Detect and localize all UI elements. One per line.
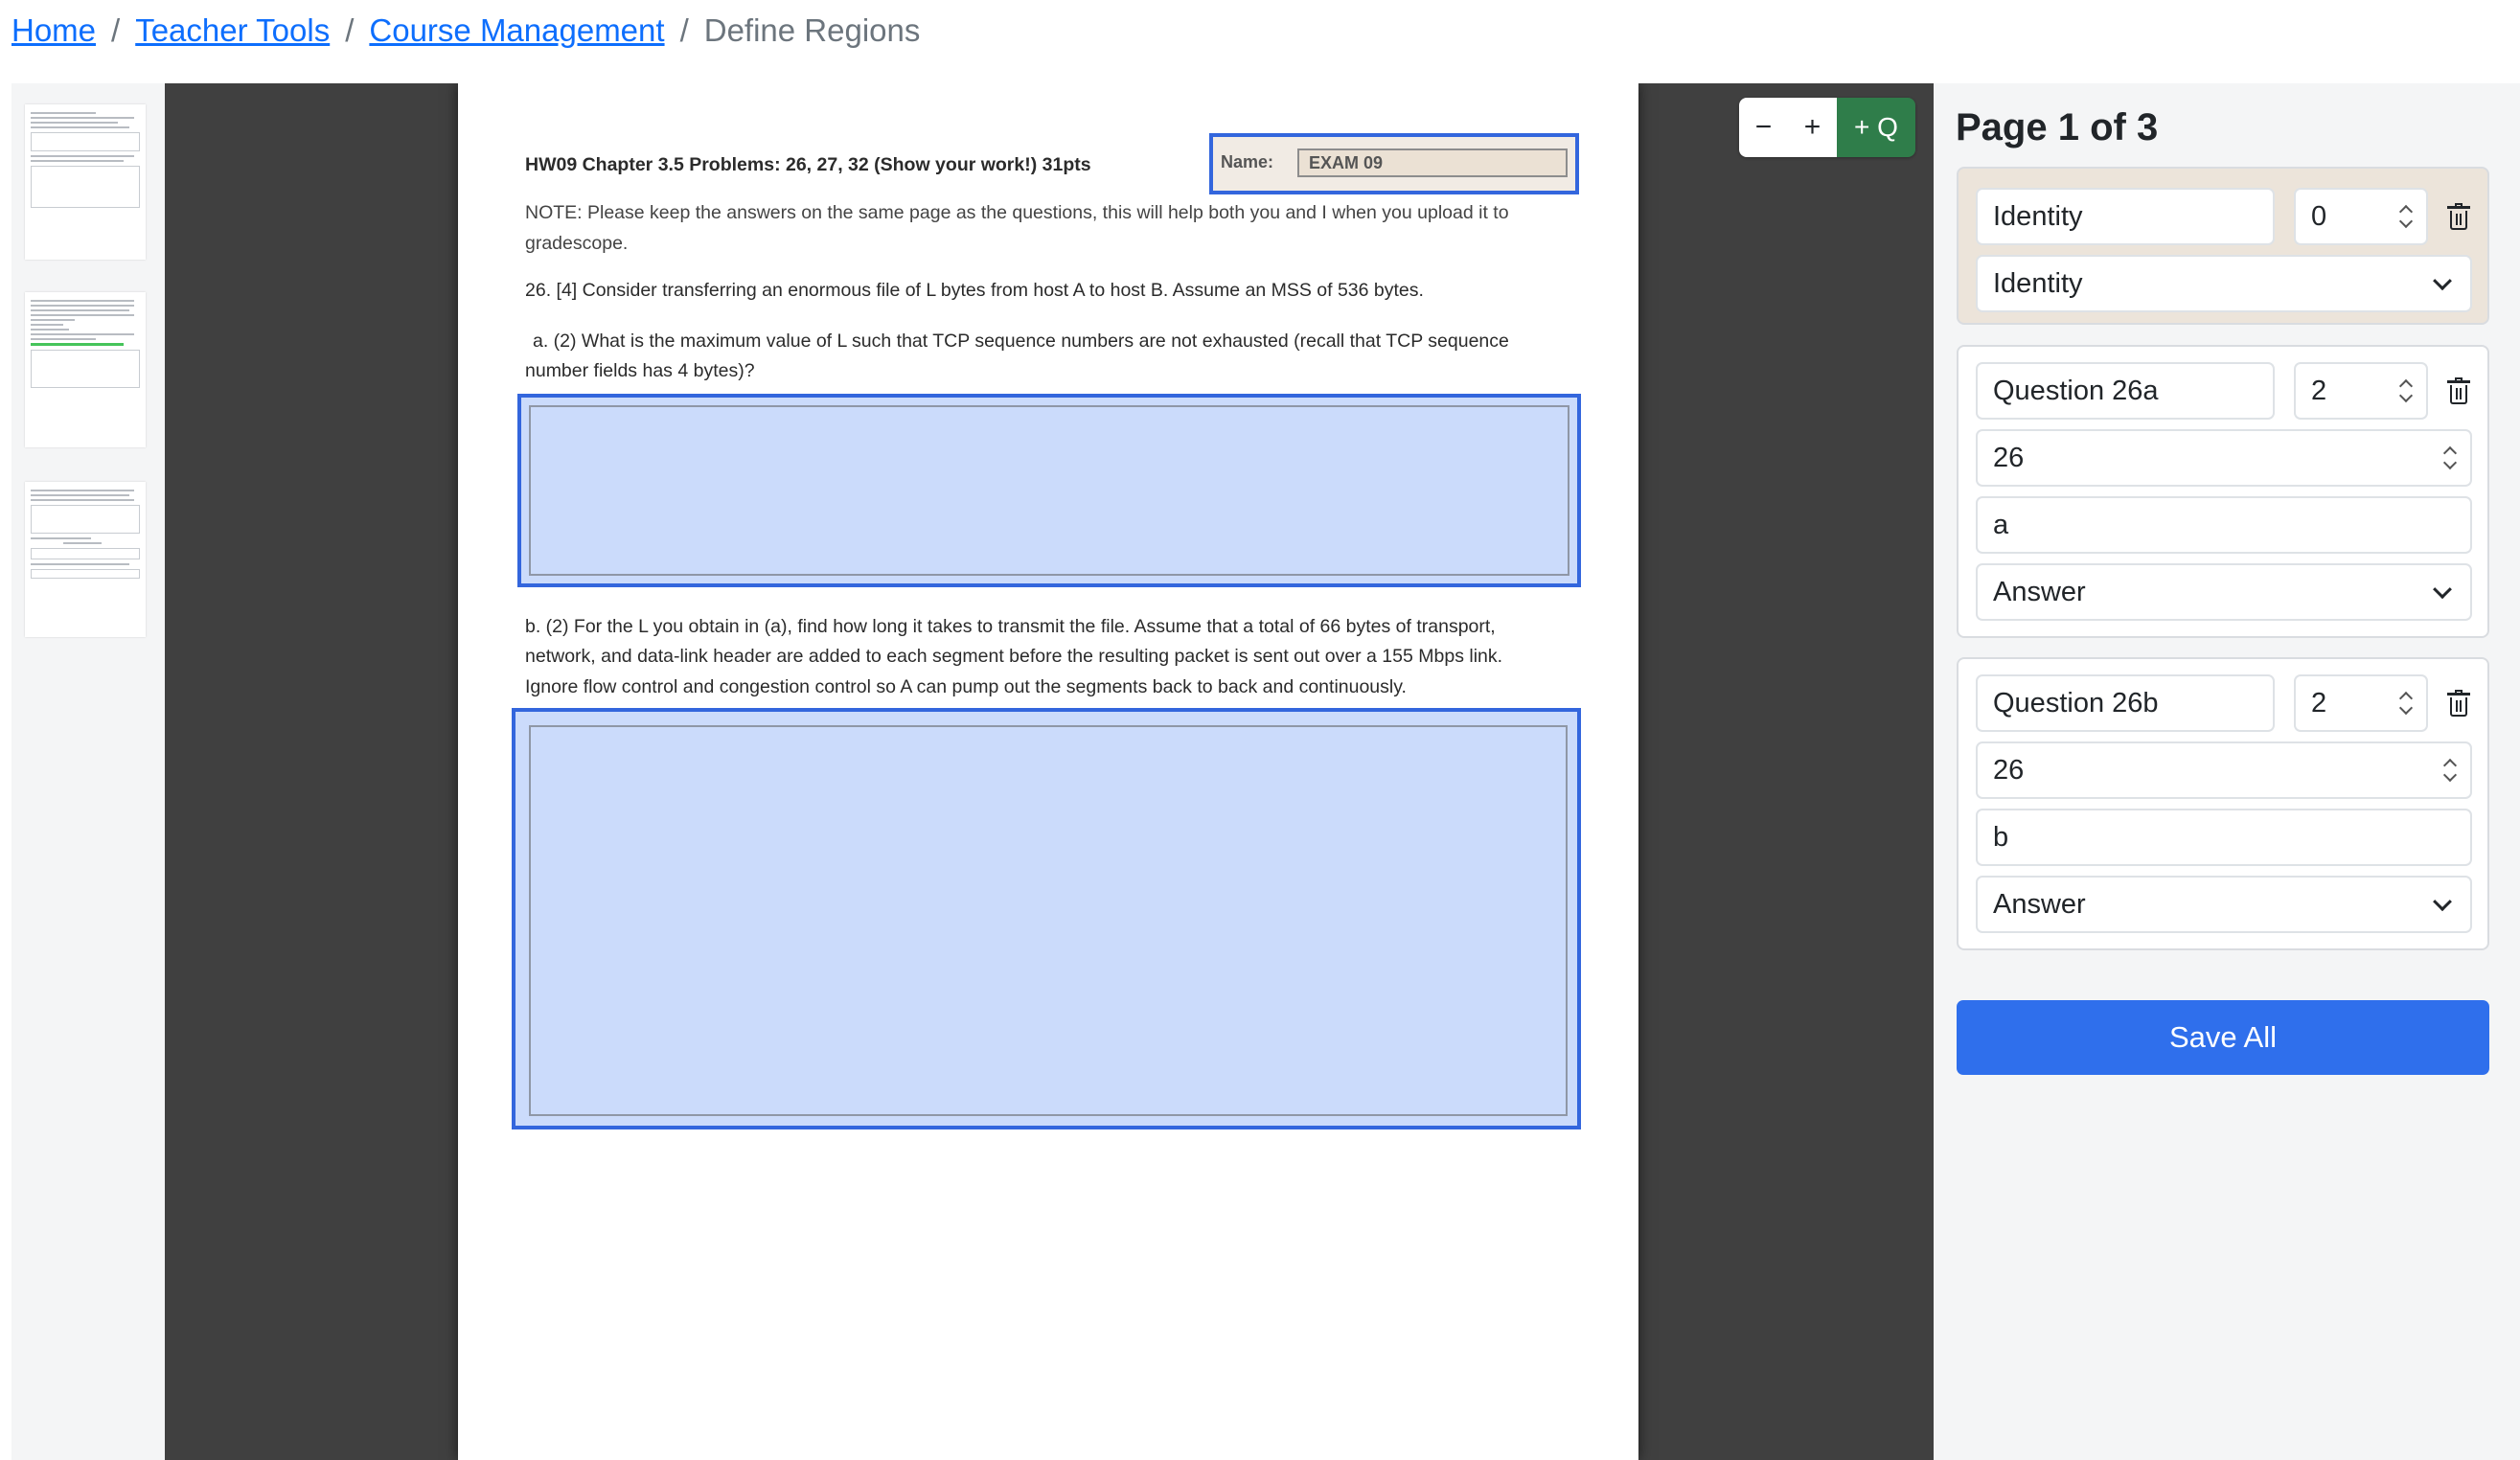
points-input[interactable]: 2 (2294, 362, 2428, 420)
answer-region-26b[interactable] (512, 708, 1581, 1129)
question-number-input[interactable]: 26 (1976, 741, 2472, 799)
page-thumbnail-1[interactable] (25, 104, 146, 260)
page-thumbnail-3[interactable] (25, 482, 146, 637)
regions-panel: Page 1 of 3 Identity 0 Identity Question… (1934, 83, 2520, 1460)
question-number-value: 26 (1993, 442, 2025, 473)
question-26a-text-line2: number fields has 4 bytes)? (525, 360, 755, 381)
question-number-value: 26 (1993, 754, 2025, 786)
save-all-button[interactable]: Save All (1957, 1000, 2489, 1075)
region-type-value: Answer (1993, 576, 2086, 607)
breadcrumb-teacher-tools-link[interactable]: Teacher Tools (135, 12, 330, 49)
page-indicator: Page 1 of 3 (1956, 106, 2159, 148)
spinner-icon[interactable] (2399, 203, 2413, 230)
region-card-identity: Identity 0 Identity (1957, 167, 2489, 325)
breadcrumb-separator: / (111, 12, 121, 48)
name-value: EXAM 09 (1297, 148, 1568, 177)
points-value: 2 (2311, 375, 2327, 406)
question-number-input[interactable]: 26 (1976, 429, 2472, 487)
chevron-down-icon (2433, 271, 2452, 291)
region-card-question-26b: Question 26b 2 26 b Answer (1957, 657, 2489, 950)
region-type-select[interactable]: Answer (1976, 876, 2472, 933)
region-type-value: Identity (1993, 267, 2083, 299)
trash-icon[interactable] (2447, 203, 2470, 230)
question-part-value: b (1993, 821, 2009, 853)
zoom-toolbar: − + + Q (1739, 98, 1915, 157)
page-thumbnails (11, 83, 165, 1460)
breadcrumb: Home / Teacher Tools / Course Management… (11, 10, 920, 52)
trash-icon[interactable] (2447, 377, 2470, 404)
points-input[interactable]: 2 (2294, 674, 2428, 732)
document-note-line1: NOTE: Please keep the answers on the sam… (525, 202, 1509, 223)
region-label-input[interactable]: Identity (1976, 188, 2275, 245)
chevron-down-icon (2433, 892, 2452, 912)
trash-icon[interactable] (2447, 690, 2470, 717)
question-26-text: 26. [4] Consider transferring an enormou… (525, 280, 1424, 301)
region-label-input[interactable]: Question 26b (1976, 674, 2275, 732)
points-value: 2 (2311, 687, 2327, 719)
question-part-value: a (1993, 509, 2009, 540)
zoom-in-button[interactable]: + (1788, 98, 1837, 157)
spinner-icon[interactable] (2443, 445, 2457, 471)
pdf-page[interactable]: HW09 Chapter 3.5 Problems: 26, 27, 32 (S… (458, 83, 1638, 1460)
breadcrumb-separator: / (345, 12, 355, 48)
identity-region[interactable]: Name: EXAM 09 (1209, 133, 1579, 194)
region-label-input[interactable]: Question 26a (1976, 362, 2275, 420)
spinner-icon[interactable] (2443, 757, 2457, 784)
answer-region-26a[interactable] (517, 394, 1581, 587)
points-input[interactable]: 0 (2294, 188, 2428, 245)
region-type-select[interactable]: Answer (1976, 563, 2472, 621)
name-label: Name: (1221, 152, 1274, 171)
region-label-value: Question 26b (1993, 687, 2159, 719)
document-title: HW09 Chapter 3.5 Problems: 26, 27, 32 (S… (525, 154, 1091, 175)
page-thumbnail-2[interactable] (25, 292, 146, 447)
points-value: 0 (2311, 200, 2327, 232)
question-26b-text-line1: b. (2) For the L you obtain in (a), find… (525, 616, 1496, 637)
region-label-value: Question 26a (1993, 375, 2159, 406)
region-label-value: Identity (1993, 200, 2083, 232)
question-26a-text-line1: a. (2) What is the maximum value of L su… (533, 331, 1509, 352)
question-part-input[interactable]: b (1976, 809, 2472, 866)
breadcrumb-home-link[interactable]: Home (11, 12, 96, 49)
chevron-down-icon (2433, 580, 2452, 600)
question-26b-text-line2: network, and data-link header are added … (525, 646, 1503, 667)
region-card-question-26a: Question 26a 2 26 a Answer (1957, 345, 2489, 638)
add-question-button[interactable]: + Q (1837, 98, 1915, 157)
spinner-icon[interactable] (2399, 690, 2413, 717)
spinner-icon[interactable] (2399, 377, 2413, 404)
breadcrumb-course-management-link[interactable]: Course Management (369, 12, 664, 49)
document-note-line2: gradescope. (525, 233, 629, 254)
breadcrumb-current: Define Regions (703, 12, 921, 48)
pdf-viewer[interactable]: HW09 Chapter 3.5 Problems: 26, 27, 32 (S… (165, 83, 1934, 1460)
zoom-out-button[interactable]: − (1739, 98, 1788, 157)
region-type-select[interactable]: Identity (1976, 255, 2472, 312)
region-type-value: Answer (1993, 888, 2086, 920)
question-26b-text-line3: Ignore flow control and congestion contr… (525, 676, 1407, 697)
breadcrumb-separator: / (679, 12, 689, 48)
question-part-input[interactable]: a (1976, 496, 2472, 554)
